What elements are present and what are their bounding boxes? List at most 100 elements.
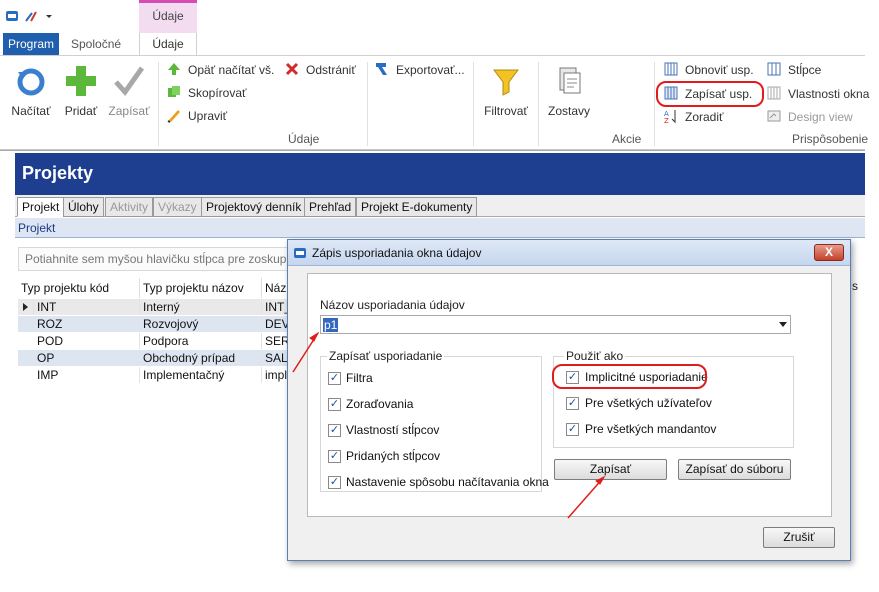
- zoradit-button[interactable]: A Z Zoradiť: [663, 107, 724, 127]
- checkbox-vsetci-uzivatelia[interactable]: ✓: [566, 397, 579, 410]
- filtrovat-button[interactable]: Filtrovať: [480, 60, 532, 120]
- filter-icon: [493, 69, 519, 96]
- obnovit-usp-label: Obnoviť usp.: [685, 63, 754, 77]
- grid-edge-text: s: [852, 279, 858, 293]
- table-row[interactable]: IMP Implementačný impl: [18, 367, 298, 383]
- odstranit-label: Odstrániť: [306, 63, 356, 77]
- save-options-group: Zapísať usporiadanie ✓ Filtra ✓ Zoraďova…: [320, 349, 549, 492]
- odstranit-button[interactable]: Odstrániť: [284, 60, 356, 80]
- nacitat-label: Načítať: [11, 104, 51, 118]
- breadcrumb: Projekt: [15, 218, 865, 238]
- context-tab-header: Údaje: [139, 0, 197, 34]
- highlight-oval: [552, 364, 707, 389]
- design-view-icon: [767, 110, 781, 122]
- column-header[interactable]: Typ projektu názov: [140, 278, 262, 298]
- table-row[interactable]: INT Interný INT_: [18, 299, 298, 315]
- plus-icon: [66, 66, 96, 96]
- tab-ulohy[interactable]: Úlohy: [63, 197, 104, 217]
- qat-dropdown-icon[interactable]: [44, 9, 54, 23]
- save-layout-dialog: Zápis usporiadania okna údajov X Názov u…: [287, 239, 851, 561]
- zostavy-label: Zostavy: [547, 104, 590, 118]
- nacitat-button[interactable]: Načítať: [8, 60, 54, 120]
- columns-icon: [767, 62, 781, 76]
- design-view-label: Design view: [788, 110, 853, 124]
- tab-udaje[interactable]: Údaje: [139, 33, 197, 55]
- separator: [473, 62, 474, 146]
- tab-vykazy[interactable]: Výkazy: [153, 197, 202, 217]
- tools-icon[interactable]: [24, 9, 38, 23]
- table-cell: Rozvojový: [140, 316, 262, 332]
- svg-text:Z: Z: [664, 117, 669, 124]
- arrow-up-icon: [168, 63, 180, 75]
- checkbox-label: Pre všetkých mandantov: [585, 422, 717, 436]
- table-cell: INT: [34, 299, 140, 315]
- table-cell: Interný: [140, 299, 262, 315]
- chevron-down-icon: [779, 322, 787, 327]
- checkbox-filtra[interactable]: ✓: [328, 372, 341, 385]
- checkbox-pridanych-stlpcov[interactable]: ✓: [328, 450, 341, 463]
- dialog-title-bar: Zápis usporiadania okna údajov X: [288, 240, 850, 266]
- table-cell: IMP: [34, 367, 140, 383]
- design-view-button[interactable]: Design view: [766, 107, 853, 127]
- filtrovat-label: Filtrovať: [484, 104, 528, 118]
- tab-projekt-e-dokumenty[interactable]: Projekt E-dokumenty: [356, 197, 478, 217]
- separator: [538, 62, 539, 146]
- opat-nacitat-button[interactable]: Opäť načítať vš.: [166, 60, 274, 80]
- checkbox-label: Vlastností stĺpcov: [346, 423, 440, 437]
- checkmark-icon: [114, 66, 145, 96]
- exportovat-label: Exportovať...: [396, 63, 465, 77]
- table-row[interactable]: POD Podpora SER: [18, 333, 298, 349]
- tab-aktivity[interactable]: Aktivity: [105, 197, 154, 217]
- dialog-panel: Názov usporiadania údajov p1 Zapísať usp…: [307, 273, 832, 517]
- dialog-title: Zápis usporiadania okna údajov: [312, 246, 482, 260]
- table-cell: Obchodný prípad: [140, 350, 262, 366]
- vlastnosti-okna-button[interactable]: Vlastnosti okna: [766, 84, 869, 104]
- table-row[interactable]: OP Obchodný prípad SAL: [18, 350, 298, 366]
- checkbox-label: Filtra: [346, 371, 373, 385]
- table-row[interactable]: ROZ Rozvojový DEV_: [18, 316, 298, 332]
- tab-projekt[interactable]: Projekt: [17, 197, 65, 217]
- group-by-panel[interactable]: Potiahnite sem myšou hlavičku stĺpca pre…: [18, 247, 318, 271]
- checkbox-vlastnosti-stlpcov[interactable]: ✓: [328, 424, 341, 437]
- table-cell: POD: [34, 333, 140, 349]
- save-options-legend: Zapísať usporiadanie: [327, 349, 445, 363]
- checkbox-label: Zoraďovania: [346, 397, 414, 411]
- column-header[interactable]: Typ projektu kód: [18, 278, 140, 298]
- zrusit-button[interactable]: Zrušiť: [763, 527, 835, 548]
- pridat-button[interactable]: Pridať: [58, 60, 104, 120]
- tab-projektovy-dennik[interactable]: Projektový denník: [201, 197, 307, 217]
- layout-name-combo[interactable]: p1: [320, 315, 791, 334]
- checkbox-zoradovania[interactable]: ✓: [328, 398, 341, 411]
- refresh-icon: [17, 68, 45, 96]
- stlpce-button[interactable]: Stĺpce: [766, 60, 821, 80]
- ribbon: Načítať Pridať Zapísať Opäť načítať vš. …: [0, 55, 869, 150]
- exportovat-button[interactable]: Exportovať...: [374, 60, 465, 80]
- close-button[interactable]: X: [814, 244, 844, 261]
- app-icon[interactable]: [5, 9, 19, 23]
- zapisat-button[interactable]: Zapísať: [554, 459, 667, 480]
- sort-icon: AZ: [664, 110, 676, 124]
- zoradit-label: Zoradiť: [685, 110, 724, 124]
- tab-program[interactable]: Program: [3, 33, 59, 55]
- zapisat-ribbon-button[interactable]: Zapísať: [106, 60, 152, 120]
- tab-prehlad[interactable]: Prehľad: [304, 197, 357, 217]
- checkbox-nastavenie-nacitavania[interactable]: ✓: [328, 476, 341, 489]
- data-grid: Typ projektu kód Typ projektu názov Náz …: [18, 278, 298, 578]
- upravit-label: Upraviť: [188, 109, 228, 123]
- upravit-button[interactable]: Upraviť: [166, 106, 227, 126]
- ribbon-tab-row: Program Spoločné Údaje: [0, 33, 865, 55]
- zapisat-ribbon-label: Zapísať: [108, 104, 150, 118]
- zostavy-button[interactable]: Zostavy: [545, 60, 593, 120]
- page-title: Projekty: [15, 153, 865, 195]
- skopirovat-button[interactable]: Skopírovať: [166, 83, 247, 103]
- layout-name-label: Názov usporiadania údajov: [320, 298, 465, 312]
- copy-icon: [168, 86, 180, 97]
- checkbox-label: Pre všetkých užívateľov: [585, 396, 712, 410]
- zapisat-do-suboru-button[interactable]: Zapísať do súboru: [678, 459, 791, 480]
- checkbox-vsetci-mandanti[interactable]: ✓: [566, 423, 579, 436]
- separator: [654, 62, 655, 146]
- tab-spolocne[interactable]: Spoločné: [63, 33, 129, 55]
- delete-icon: [285, 62, 299, 76]
- obnovit-usp-button[interactable]: Obnoviť usp.: [663, 60, 754, 80]
- vlastnosti-okna-label: Vlastnosti okna: [788, 87, 870, 101]
